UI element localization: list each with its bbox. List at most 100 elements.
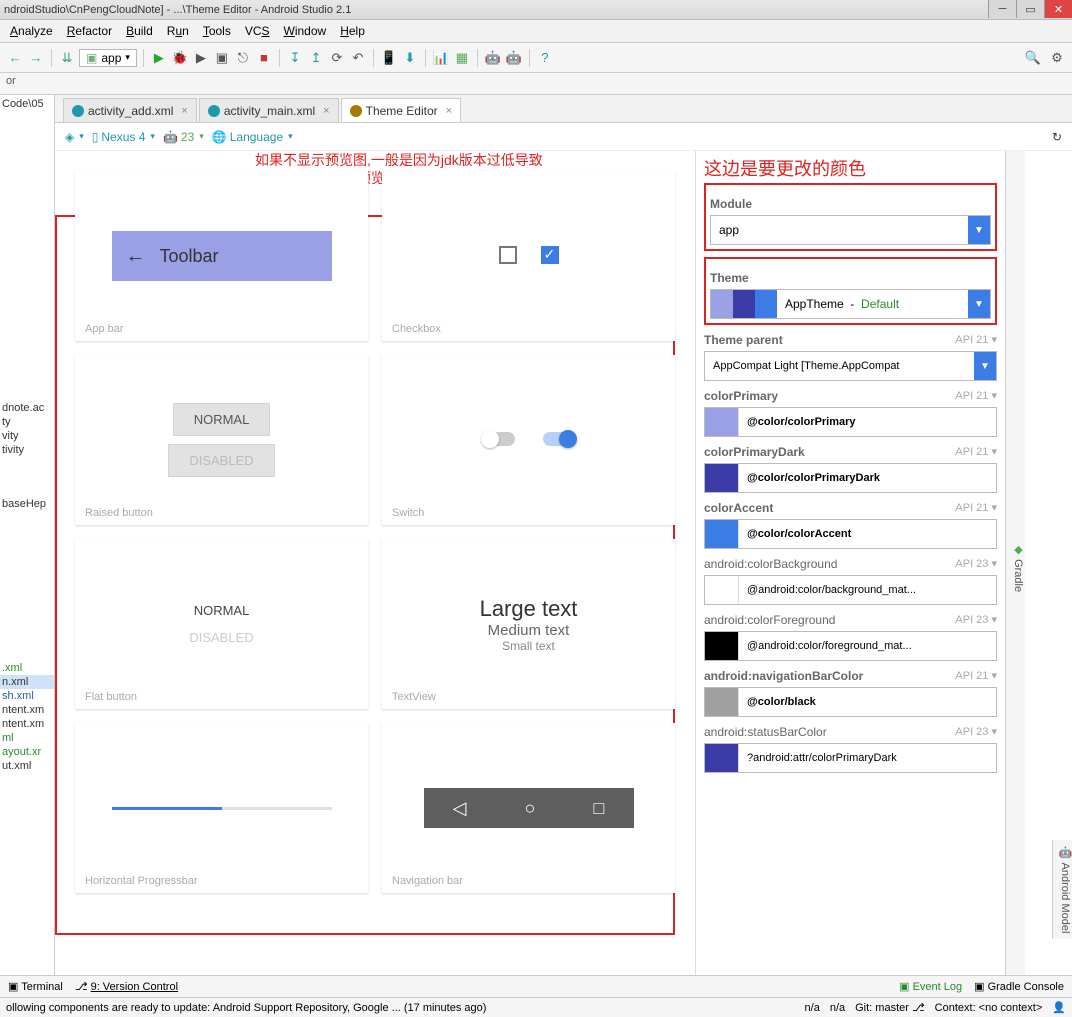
inspector-icon[interactable]: 👤 bbox=[1052, 1001, 1066, 1014]
color-swatch-icon[interactable] bbox=[705, 688, 739, 716]
gradle-console-tool[interactable]: ▣ Gradle Console bbox=[974, 980, 1064, 993]
window-maximize[interactable]: ▭ bbox=[1016, 0, 1044, 18]
terminal-tool[interactable]: ▣ Terminal bbox=[8, 980, 63, 993]
gradle-tool-tab[interactable]: ◆ Gradle bbox=[1005, 151, 1025, 975]
tree-item[interactable]: vity bbox=[0, 429, 54, 443]
module-dropdown[interactable]: app▼ bbox=[710, 215, 991, 245]
color-swatch-icon[interactable] bbox=[705, 464, 739, 492]
help-icon[interactable]: ? bbox=[536, 49, 554, 67]
run-cfg2-icon[interactable]: ▣ bbox=[213, 49, 231, 67]
vcs-update-icon[interactable]: ↧ bbox=[286, 49, 304, 67]
run-cfg1-icon[interactable]: ▶ bbox=[192, 49, 210, 67]
monitor-icon[interactable]: 📊 bbox=[432, 49, 450, 67]
tree-item[interactable]: tivity bbox=[0, 443, 54, 457]
color-swatch-icon[interactable] bbox=[705, 408, 739, 436]
checkbox-off-icon bbox=[499, 246, 517, 264]
color-attr-label: android:navigationBarColorAPI 21 bbox=[704, 669, 997, 683]
color-attr-row[interactable]: ?android:attr/colorPrimaryDark bbox=[704, 743, 997, 773]
android1-icon[interactable]: 🤖 bbox=[484, 49, 502, 67]
color-attr-row[interactable]: @color/colorPrimaryDark bbox=[704, 463, 997, 493]
color-attr-row[interactable]: @color/black bbox=[704, 687, 997, 717]
android-model-tool-tab[interactable]: 🤖 Android Model bbox=[1052, 840, 1072, 939]
close-icon[interactable]: × bbox=[323, 105, 329, 117]
tab-theme-editor[interactable]: Theme Editor × bbox=[341, 98, 461, 122]
stop-icon[interactable]: ■ bbox=[255, 49, 273, 67]
settings-cog-icon[interactable]: ⚙ bbox=[1048, 49, 1066, 67]
close-icon[interactable]: × bbox=[446, 105, 452, 117]
tree-item[interactable]: ty bbox=[0, 415, 54, 429]
color-attr-row[interactable]: @android:color/background_mat... bbox=[704, 575, 997, 605]
close-icon[interactable]: × bbox=[181, 105, 187, 117]
theme-dropdown[interactable]: AppTheme - Default ▼ bbox=[710, 289, 991, 319]
color-attr-row[interactable]: @android:color/foreground_mat... bbox=[704, 631, 997, 661]
menu-window[interactable]: Window bbox=[278, 22, 333, 40]
search-icon[interactable]: 🔍 bbox=[1024, 49, 1042, 67]
menu-run[interactable]: Run bbox=[161, 22, 195, 40]
theme-label: Theme bbox=[710, 271, 991, 285]
vcs-commit-icon[interactable]: ↥ bbox=[307, 49, 325, 67]
nav-home-icon: ○ bbox=[525, 798, 536, 819]
git-branch[interactable]: Git: master ⎇ bbox=[855, 1001, 925, 1014]
window-close[interactable]: ✕ bbox=[1044, 0, 1072, 18]
tab-activity-add[interactable]: activity_add.xml × bbox=[63, 98, 197, 122]
api-selector[interactable]: 🤖 23 bbox=[163, 130, 204, 144]
menu-build[interactable]: Build bbox=[120, 22, 159, 40]
color-attr-value: @color/black bbox=[739, 688, 996, 716]
tree-item[interactable]: ut.xml bbox=[0, 759, 54, 773]
vcs-revert-icon[interactable]: ↶ bbox=[349, 49, 367, 67]
tree-root[interactable]: Code\05 bbox=[0, 97, 54, 111]
color-swatch-icon[interactable] bbox=[705, 576, 739, 604]
theme-preview: ←Toolbar App bar Checkbox NORMAL DISABLE… bbox=[55, 151, 695, 975]
tree-item[interactable]: sh.xml bbox=[0, 689, 54, 703]
tab-activity-main[interactable]: activity_main.xml × bbox=[199, 98, 339, 122]
tree-item[interactable]: baseHep bbox=[0, 497, 54, 511]
menu-vcs[interactable]: VCS bbox=[239, 22, 276, 40]
device-selector[interactable]: ▯ Nexus 4 bbox=[92, 130, 155, 144]
module-selector-label: app bbox=[101, 51, 121, 65]
menu-refactor[interactable]: Refactor bbox=[61, 22, 118, 40]
nav-fwd-icon[interactable]: → bbox=[27, 49, 45, 67]
tree-item[interactable]: ntent.xm bbox=[0, 703, 54, 717]
tree-item[interactable]: dnote.ac bbox=[0, 401, 54, 415]
project-tree[interactable]: Code\05 dnote.ac ty vity tivity baseHep … bbox=[0, 95, 55, 975]
parent-dropdown[interactable]: AppCompat Light [Theme.AppCompat▼ bbox=[704, 351, 997, 381]
android2-icon[interactable]: 🤖 bbox=[505, 49, 523, 67]
color-attr-row[interactable]: @color/colorPrimary bbox=[704, 407, 997, 437]
annotation-module-box: Module app▼ bbox=[704, 183, 997, 251]
layout-icon[interactable]: ▦ bbox=[453, 49, 471, 67]
menu-analyze[interactable]: Analyze bbox=[4, 22, 59, 40]
color-attr-label: android:statusBarColorAPI 23 bbox=[704, 725, 997, 739]
tree-item[interactable]: ayout.xr bbox=[0, 745, 54, 759]
version-control-tool[interactable]: ⎇ 9: Version Control bbox=[75, 980, 178, 993]
run-icon[interactable]: ▶ bbox=[150, 49, 168, 67]
annotation-right: 这边是要更改的颜色 bbox=[704, 155, 997, 181]
color-swatch-icon[interactable] bbox=[705, 744, 739, 772]
module-selector[interactable]: ▣ app ▾ bbox=[79, 49, 137, 67]
color-swatch-icon[interactable] bbox=[705, 632, 739, 660]
tree-item-selected[interactable]: n.xml bbox=[0, 675, 54, 689]
tree-item[interactable]: ntent.xm bbox=[0, 717, 54, 731]
sync-icon[interactable]: ⇊ bbox=[58, 49, 76, 67]
attach-icon[interactable]: ⎋ bbox=[234, 49, 252, 67]
color-attr-label: colorPrimaryAPI 21 bbox=[704, 389, 997, 403]
language-selector[interactable]: 🌐 Language bbox=[212, 130, 293, 144]
tree-item[interactable]: .xml bbox=[0, 661, 54, 675]
tree-item[interactable]: ml bbox=[0, 731, 54, 745]
vcs-history-icon[interactable]: ⟳ bbox=[328, 49, 346, 67]
menu-help[interactable]: Help bbox=[334, 22, 371, 40]
color-attr-row[interactable]: @color/colorAccent bbox=[704, 519, 997, 549]
nav-recent-icon: □ bbox=[594, 798, 605, 819]
event-log-tool[interactable]: ▣ Event Log bbox=[899, 980, 962, 993]
nav-back-icon[interactable]: ← bbox=[6, 49, 24, 67]
avd-icon[interactable]: 📱 bbox=[380, 49, 398, 67]
preview-flat-button: NORMAL DISABLED Flat button bbox=[75, 539, 368, 709]
orientation-selector[interactable]: ◈ bbox=[65, 130, 84, 144]
color-swatch-icon[interactable] bbox=[705, 520, 739, 548]
refresh-icon[interactable]: ↻ bbox=[1052, 130, 1062, 144]
preview-raised-button: NORMAL DISABLED Raised button bbox=[75, 355, 368, 525]
menu-tools[interactable]: Tools bbox=[197, 22, 237, 40]
window-minimize[interactable]: ─ bbox=[988, 0, 1016, 18]
debug-icon[interactable]: 🐞 bbox=[171, 49, 189, 67]
sdk-icon[interactable]: ⬇ bbox=[401, 49, 419, 67]
color-attr-label: colorPrimaryDarkAPI 21 bbox=[704, 445, 997, 459]
